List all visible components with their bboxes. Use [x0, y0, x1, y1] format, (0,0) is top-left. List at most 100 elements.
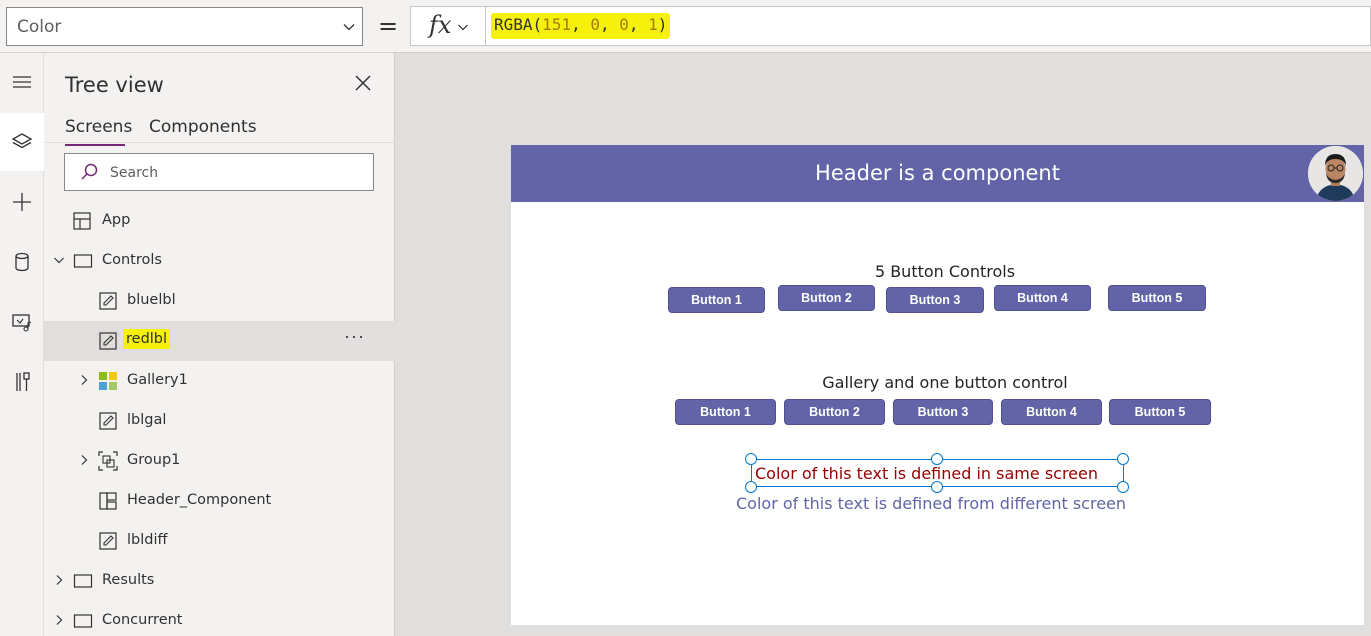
property-dropdown-value: Color	[17, 17, 62, 37]
chevron-down-icon	[458, 24, 468, 31]
equals-sign: =	[378, 12, 399, 40]
chevron-right-icon[interactable]	[53, 614, 65, 626]
tree-item-label: lblgal	[127, 412, 167, 428]
gallery-icon	[99, 372, 117, 390]
chevron-right-icon[interactable]	[78, 454, 90, 466]
app-icon	[73, 212, 91, 230]
tree-item-lblgal[interactable]: lblgal	[44, 401, 395, 441]
rail-insert-button[interactable]	[0, 173, 44, 231]
app-screen: Header is a component 5 Button Controls …	[511, 145, 1364, 625]
rail-advanced-tools-button[interactable]	[0, 353, 44, 411]
formula-bar: Color = fx RGBA(151, 0, 0, 1)	[0, 0, 1371, 53]
rail-media-button[interactable]	[0, 293, 44, 351]
fx-icon: fx	[429, 11, 452, 39]
tree-item-label: App	[102, 212, 131, 228]
tree-item-lbldiff[interactable]: lbldiff	[44, 521, 395, 561]
fx-button[interactable]: fx	[410, 6, 486, 46]
tree-item-label: Controls	[102, 252, 162, 268]
formula-close-paren: )	[657, 15, 668, 34]
tab-components[interactable]: Components	[149, 117, 257, 137]
label-edit-icon	[99, 532, 117, 550]
row1-button-4[interactable]: Button 4	[994, 285, 1091, 311]
formula-arg-b: 0	[619, 15, 629, 34]
database-icon	[15, 252, 29, 272]
canvas-area: Header is a component 5 Button Controls …	[396, 53, 1371, 636]
header-title: Header is a component	[815, 161, 1060, 185]
tree-item-label: lbldiff	[127, 532, 168, 548]
tools-icon	[16, 372, 30, 391]
tree-item-label: Concurrent	[102, 612, 183, 628]
formula-arg-a: 1	[648, 15, 658, 34]
rail-data-button[interactable]	[0, 233, 44, 291]
tab-screens[interactable]: Screens	[65, 117, 132, 137]
tree-item-app[interactable]: App	[44, 201, 395, 241]
formula-function: RGBA(	[494, 15, 543, 34]
section1-title: 5 Button Controls	[874, 262, 1016, 281]
tree-item-bluelbl[interactable]: bluelbl	[44, 281, 395, 321]
formula-arg-r: 151	[542, 15, 572, 34]
formula-text: RGBA(151, 0, 0, 1)	[491, 13, 671, 39]
row1-button-5[interactable]: Button 5	[1108, 285, 1206, 311]
component-icon	[99, 492, 117, 510]
row2-button-3[interactable]: Button 3	[893, 399, 993, 425]
chevron-down-icon	[343, 24, 355, 31]
tabs-divider	[44, 142, 395, 143]
row1-button-2[interactable]: Button 2	[778, 285, 875, 311]
chevron-right-icon[interactable]	[78, 374, 90, 386]
media-icon	[12, 314, 32, 332]
rail-menu-button[interactable]	[0, 53, 44, 111]
redlbl-label[interactable]: Color of this text is defined in same sc…	[755, 464, 1098, 483]
resize-handle[interactable]	[1117, 453, 1129, 465]
screen-icon	[73, 574, 93, 588]
tree-item-header-component[interactable]: Header_Component	[44, 481, 395, 521]
row2-button-2[interactable]: Button 2	[784, 399, 885, 425]
hamburger-menu-icon	[13, 76, 31, 88]
section2-title: Gallery and one button control	[822, 373, 1068, 392]
user-photo-icon	[1308, 146, 1363, 201]
row2-button-1[interactable]: Button 1	[675, 399, 776, 425]
resize-handle[interactable]	[1117, 481, 1129, 493]
screen-icon	[73, 614, 93, 628]
tree-item-concurrent[interactable]: Concurrent	[44, 601, 395, 636]
property-dropdown[interactable]: Color	[6, 7, 363, 46]
tree-item-redlbl[interactable]: redlbl ···	[44, 321, 395, 361]
label-edit-icon	[99, 292, 117, 310]
formula-input[interactable]: RGBA(151, 0, 0, 1)	[486, 6, 1371, 46]
tree-view-panel: Tree view Screens Components Search App …	[44, 53, 395, 636]
formula-separator: ,	[628, 15, 649, 34]
lbldiff-label[interactable]: Color of this text is defined from diffe…	[736, 494, 1126, 513]
layers-icon	[11, 133, 33, 149]
tree-item-controls[interactable]: Controls	[44, 241, 395, 281]
row2-button-4[interactable]: Button 4	[1001, 399, 1102, 425]
avatar	[1308, 146, 1363, 201]
tree-view-title: Tree view	[65, 73, 164, 97]
active-tab-indicator	[65, 144, 125, 146]
left-rail	[0, 53, 44, 636]
header-component[interactable]: Header is a component	[511, 145, 1364, 202]
screen-icon	[73, 254, 93, 268]
tree-item-label: Gallery1	[127, 372, 188, 388]
tree-item-label: bluelbl	[127, 292, 176, 308]
tree-item-gallery1[interactable]: Gallery1	[44, 361, 395, 401]
formula-arg-g: 0	[590, 15, 600, 34]
group-icon	[98, 451, 118, 471]
search-icon	[81, 163, 98, 180]
tree-item-group1[interactable]: Group1	[44, 441, 395, 481]
row2-button-5[interactable]: Button 5	[1109, 399, 1211, 425]
more-options-button[interactable]: ···	[344, 326, 365, 347]
row1-button-1[interactable]: Button 1	[668, 287, 765, 313]
tree-item-label: Results	[102, 572, 155, 588]
tree-item-label: Header_Component	[127, 492, 272, 508]
search-box[interactable]: Search	[64, 153, 374, 191]
rail-tree-view-button[interactable]	[0, 113, 44, 171]
label-edit-icon	[99, 412, 117, 430]
tree-item-label: redlbl	[123, 329, 171, 349]
chevron-down-icon[interactable]	[53, 254, 65, 266]
close-icon[interactable]	[354, 74, 372, 92]
formula-separator: ,	[599, 15, 620, 34]
chevron-right-icon[interactable]	[53, 574, 65, 586]
row1-button-3[interactable]: Button 3	[886, 287, 984, 313]
tree-item-results[interactable]: Results	[44, 561, 395, 601]
formula-separator: ,	[571, 15, 591, 34]
label-edit-icon	[99, 332, 117, 350]
